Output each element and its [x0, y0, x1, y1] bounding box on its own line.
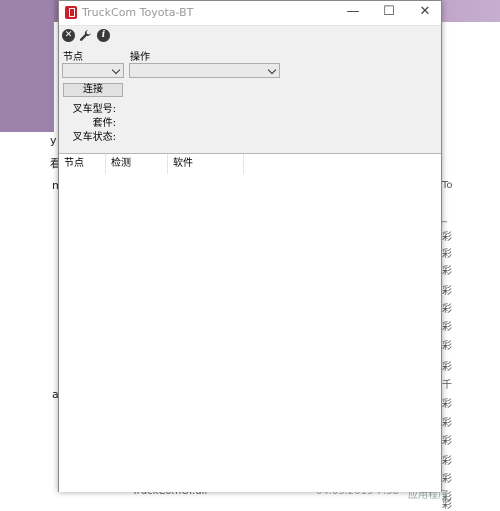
- background-text-fragment: 彩: [442, 322, 452, 333]
- background-text-fragment: 彩: [442, 399, 452, 410]
- background-window-edge: [0, 0, 54, 132]
- truckcom-window: TruckCom Toyota-BT — ☐ ✕ ✕ i 节点 操作 连接 叉车…: [58, 0, 442, 492]
- column-header-software[interactable]: 软件: [168, 154, 244, 174]
- background-text-fragment: 彩: [442, 362, 452, 373]
- window-title: TruckCom Toyota-BT: [82, 6, 194, 19]
- forklift-model-label: 叉车型号:: [72, 104, 116, 115]
- background-text-fragment: To: [442, 180, 453, 191]
- background-text-fragment: 彩: [442, 266, 452, 277]
- background-text-fragment: 彩: [442, 436, 452, 447]
- node-select[interactable]: [62, 63, 124, 78]
- column-header-node[interactable]: 节点: [59, 154, 106, 174]
- background-text-fragment: 彩: [442, 304, 452, 315]
- wrench-icon[interactable]: [79, 29, 92, 42]
- operation-label: 操作: [130, 52, 150, 63]
- kit-label: 套件:: [92, 118, 116, 129]
- connect-button[interactable]: 连接: [63, 83, 123, 97]
- maximize-button[interactable]: ☐: [371, 1, 407, 25]
- forklift-status-label: 叉车状态:: [72, 132, 116, 143]
- minimize-button[interactable]: —: [335, 1, 371, 25]
- info-icon[interactable]: i: [97, 29, 110, 42]
- app-icon: [65, 6, 77, 19]
- close-circle-icon[interactable]: ✕: [62, 29, 75, 42]
- background-text-fragment: 千: [442, 380, 452, 391]
- operation-select[interactable]: [129, 63, 280, 78]
- background-text-fragment: 彩: [442, 456, 452, 467]
- chevron-down-icon: [111, 65, 121, 75]
- background-window-left: [0, 132, 54, 500]
- title-bar[interactable]: TruckCom Toyota-BT — ☐ ✕: [59, 1, 441, 26]
- results-list[interactable]: 节点 检测 软件: [59, 153, 441, 492]
- background-text-fragment: _: [442, 212, 447, 223]
- close-button[interactable]: ✕: [407, 1, 443, 25]
- background-text-fragment: 彩: [442, 418, 452, 429]
- background-text-fragment: 彩: [442, 341, 452, 352]
- column-header-check[interactable]: 检测: [106, 154, 168, 174]
- background-text-fragment: 彩: [442, 286, 452, 297]
- chevron-down-icon: [267, 65, 277, 75]
- background-text-fragment: 彩: [442, 249, 452, 260]
- node-label: 节点: [63, 52, 83, 63]
- background-text-fragment: y: [50, 134, 57, 147]
- background-text-fragment: 彩: [442, 232, 452, 243]
- background-text-fragment: 彩: [442, 474, 452, 485]
